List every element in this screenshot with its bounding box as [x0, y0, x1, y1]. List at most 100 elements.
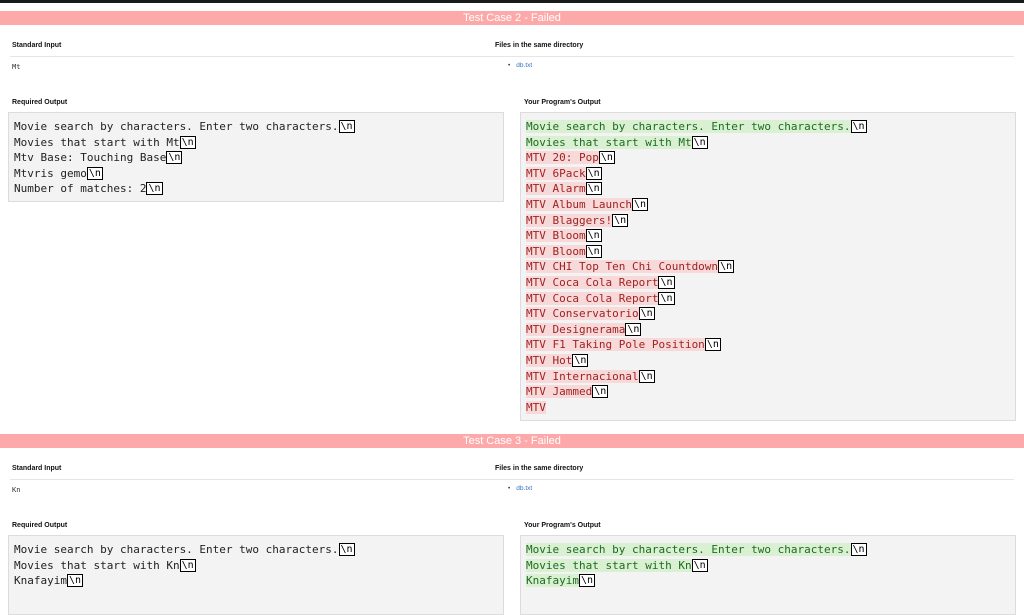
output-line-text: MTV F1 Taking Pole Position — [526, 338, 705, 352]
newline-marker: \n — [718, 260, 735, 274]
output-line-text: MTV Album Launch — [526, 197, 632, 211]
output-line-text: Mtvris gemo — [14, 166, 87, 180]
files-label: Files in the same directory — [495, 465, 584, 472]
output-line-text: MTV Internacional — [526, 369, 639, 383]
output-line-text: MTV Coca Cola Report — [526, 291, 659, 305]
newline-marker: \n — [179, 135, 196, 149]
output-line-text: Movie search by characters. Enter two ch… — [526, 120, 851, 133]
top-bar — [0, 0, 1024, 3]
divider — [10, 479, 1014, 480]
output-line-text: Movies that start with Mt — [14, 135, 180, 149]
files-list: • db.txt — [508, 485, 532, 492]
newline-marker: \n — [638, 369, 655, 383]
divider — [10, 56, 1014, 57]
output-line: MTV Blaggers! \n — [526, 213, 1010, 229]
newline-marker: \n — [66, 574, 84, 588]
output-line-text: Number of matches: 2 — [14, 182, 147, 196]
output-line: MTV Coca Cola Report \n — [526, 291, 1010, 307]
files-list: • db.txt — [508, 62, 532, 69]
output-line: Mtv Base: Touching Base \n — [14, 150, 498, 166]
newline-marker: \n — [338, 543, 355, 556]
test-case-header: Test Case 3 - Failed — [0, 434, 1024, 448]
output-line: MTV 20: Pop \n — [526, 150, 1010, 166]
output-line: MTV Coca Cola Report \n — [526, 275, 1010, 291]
stdin-label: Standard Input — [12, 42, 62, 49]
your-output-box: Movie search by characters. Enter two ch… — [520, 535, 1016, 615]
newline-marker: \n — [585, 244, 602, 258]
stdin-label: Standard Input — [12, 465, 62, 472]
newline-marker: \n — [625, 322, 642, 336]
output-line: MTV Internacional \n — [526, 369, 1010, 385]
output-line-text: MTV Bloom — [526, 229, 586, 243]
newline-marker: \n — [704, 338, 721, 352]
output-line: MTV Designerama \n — [526, 322, 1010, 338]
output-line-text: Movies that start with Kn — [526, 558, 692, 572]
output-line: MTV Jammed \n — [526, 384, 1010, 400]
stdin-value: Kn — [12, 486, 21, 494]
output-line-text: Movie search by characters. Enter two ch… — [14, 120, 339, 133]
output-line-text: MTV Jammed — [526, 385, 593, 399]
newline-marker: \n — [592, 385, 609, 399]
output-line: Number of matches: 2 \n — [14, 181, 498, 197]
output-line-text: MTV — [526, 400, 546, 414]
output-line: Movie search by characters. Enter two ch… — [526, 542, 1010, 558]
your-output-label: Your Program's Output — [524, 522, 601, 529]
output-line: MTV Bloom \n — [526, 228, 1010, 244]
output-line-text: MTV Coca Cola Report — [526, 275, 659, 289]
output-line-text: MTV Blaggers! — [526, 213, 613, 227]
output-line: Mtvris gemo \n — [14, 166, 498, 182]
output-line-text: MTV 20: Pop — [526, 151, 599, 165]
output-line-text: Knafayim — [14, 574, 67, 588]
newline-marker: \n — [179, 558, 196, 572]
newline-marker: \n — [338, 120, 355, 133]
output-line-text: MTV Designerama — [526, 322, 626, 336]
output-line-text: Knafayim — [526, 574, 579, 588]
newline-marker: \n — [658, 275, 675, 289]
output-line-text: MTV Alarm — [526, 182, 586, 196]
output-line-text: Mtv Base: Touching Base — [14, 151, 167, 165]
your-output-label: Your Program's Output — [524, 99, 601, 106]
newline-marker: \n — [658, 291, 675, 305]
output-line-text: MTV CHI Top Ten Chi Countdown — [526, 260, 719, 274]
output-line-text: MTV 6Pack — [526, 166, 586, 180]
newline-marker: \n — [850, 543, 867, 556]
newline-marker: \n — [166, 151, 183, 165]
required-output-label: Required Output — [12, 522, 68, 529]
newline-marker: \n — [585, 182, 602, 196]
output-line: MTV 6Pack \n — [526, 166, 1010, 182]
output-line: Movies that start with Kn \n — [14, 558, 498, 574]
output-line: Movie search by characters. Enter two ch… — [14, 119, 498, 135]
output-line-text: Movie search by characters. Enter two ch… — [526, 543, 851, 556]
output-line: MTV Conservatorio \n — [526, 306, 1010, 322]
output-line: Movies that start with Mt \n — [14, 135, 498, 151]
newline-marker: \n — [631, 197, 649, 211]
output-line-text: MTV Hot — [526, 353, 573, 367]
newline-marker: \n — [86, 166, 103, 180]
output-line: MTV Bloom \n — [526, 244, 1010, 260]
bullet-icon: • — [508, 485, 511, 492]
newline-marker: \n — [572, 353, 589, 367]
output-line: Movie search by characters. Enter two ch… — [526, 119, 1010, 135]
files-label: Files in the same directory — [495, 42, 584, 49]
output-line: Knafayim \n — [14, 573, 498, 589]
test-case-3: Standard Input Files in the same directo… — [0, 448, 1024, 615]
test-case-header: Test Case 2 - Failed — [0, 11, 1024, 25]
output-line: MTV — [526, 400, 1010, 416]
newline-marker: \n — [691, 135, 708, 149]
required-output-label: Required Output — [12, 99, 68, 106]
file-link-db[interactable]: db.txt — [516, 485, 532, 492]
newline-marker: \n — [578, 574, 596, 588]
output-line: MTV F1 Taking Pole Position \n — [526, 337, 1010, 353]
output-line-text: Movie search by characters. Enter two ch… — [14, 543, 339, 556]
output-line: Movies that start with Kn \n — [526, 558, 1010, 574]
newline-marker: \n — [612, 213, 629, 227]
your-output-box: Movie search by characters. Enter two ch… — [520, 112, 1016, 421]
output-line: MTV Hot \n — [526, 353, 1010, 369]
newline-marker: \n — [850, 120, 867, 133]
output-line: Movies that start with Mt \n — [526, 135, 1010, 151]
stdin-value: Mt — [12, 63, 21, 71]
file-link-db[interactable]: db.txt — [516, 62, 532, 69]
newline-marker: \n — [638, 307, 655, 321]
output-line: Knafayim \n — [526, 573, 1010, 589]
newline-marker: \n — [585, 166, 602, 180]
